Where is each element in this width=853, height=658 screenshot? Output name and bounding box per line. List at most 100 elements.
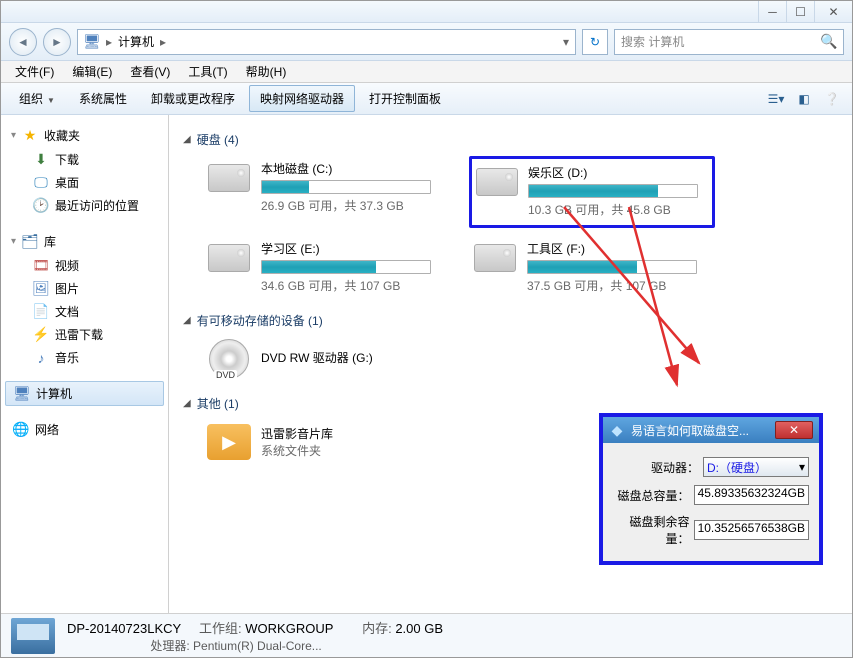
cmd-system-properties[interactable]: 系统属性	[69, 86, 137, 111]
sidebar-item-recent[interactable]: 🕑最近访问的位置	[5, 194, 164, 217]
section-hdd-header[interactable]: ◢ 硬盘 (4)	[183, 131, 838, 148]
view-options-button[interactable]: ☰▾	[764, 87, 788, 111]
sidebar-item-videos[interactable]: 🎞 视频	[5, 254, 164, 277]
body: ▾ ★ 收藏夹 ⬇下载 🖵桌面 🕑最近访问的位置 ▾ 🗂 库 🎞 视频 🖼 图片 📄…	[1, 115, 852, 613]
sidebar-item-label: 文档	[55, 303, 79, 320]
hdd-icon	[476, 164, 518, 200]
folder-icon	[207, 424, 251, 460]
network-icon: 🌐	[13, 422, 29, 438]
menu-file[interactable]: 文件(F)	[7, 61, 62, 82]
sidebar-libraries-header[interactable]: ▾ 🗂 库	[5, 229, 164, 254]
cmd-uninstall[interactable]: 卸载或更改程序	[141, 86, 245, 111]
drive-stat: 10.3 GB 可用，共 45.8 GB	[528, 201, 698, 218]
status-text: DP-20140723LKCY 工作组: WORKGROUP 内存: 2.00 …	[67, 618, 443, 654]
total-value-field[interactable]: 45.89335632324GB	[694, 485, 809, 505]
cpu-label: 处理器:	[150, 639, 189, 653]
drive-select[interactable]: D:（硬盘） ▾	[703, 457, 809, 477]
drive-name: DVD RW 驱动器 (G:)	[261, 349, 373, 366]
cmd-control-panel[interactable]: 打开控制面板	[359, 86, 451, 111]
computer-icon: 🖥	[14, 386, 30, 402]
sidebar-item-label: 图片	[55, 280, 79, 297]
drive-c[interactable]: 本地磁盘 (C:) 26.9 GB 可用，共 37.3 GB	[203, 156, 449, 228]
sidebar-item-label: 收藏夹	[44, 127, 80, 144]
help-button[interactable]: ❔	[820, 87, 844, 111]
sidebar-item-pictures[interactable]: 🖼 图片	[5, 277, 164, 300]
free-label: 磁盘剩余容量：	[613, 513, 690, 547]
minimize-button[interactable]: ─	[758, 1, 786, 22]
computer-large-icon	[11, 618, 55, 654]
music-icon: ♪	[33, 350, 49, 366]
sidebar-item-computer[interactable]: 🖥计算机	[5, 381, 164, 406]
nav-bar: ◄ ► 🖥 ▸ 计算机 ▸ ▾ ↻ 搜索 计算机 🔍	[1, 23, 852, 61]
sidebar-item-downloads[interactable]: ⬇下载	[5, 148, 164, 171]
drive-e[interactable]: 学习区 (E:) 34.6 GB 可用，共 107 GB	[203, 236, 449, 298]
collapse-icon: ◢	[183, 398, 191, 409]
free-value-field[interactable]: 10.35256576538GB	[694, 520, 809, 540]
sidebar-item-label: 最近访问的位置	[55, 197, 139, 214]
workgroup-label: 工作组:	[199, 621, 242, 636]
menu-bar: 文件(F) 编辑(E) 查看(V) 工具(T) 帮助(H)	[1, 61, 852, 83]
total-label: 磁盘总容量：	[613, 487, 690, 504]
dialog-title-bar[interactable]: ◆ 易语言如何取磁盘空... ✕	[603, 417, 819, 443]
search-placeholder: 搜索 计算机	[621, 33, 684, 50]
section-label: 硬盘 (4)	[197, 131, 239, 148]
sidebar-item-label: 迅雷下载	[55, 326, 103, 343]
menu-tools[interactable]: 工具(T)	[180, 61, 235, 82]
chevron-down-icon: ▾	[799, 460, 805, 474]
video-icon: 🎞	[33, 258, 49, 274]
dialog-close-button[interactable]: ✕	[775, 421, 813, 439]
document-icon: 📄	[33, 304, 49, 320]
section-other-header[interactable]: ◢ 其他 (1)	[183, 395, 838, 412]
cmd-organize[interactable]: 组织	[9, 86, 65, 111]
cmd-map-drive[interactable]: 映射网络驱动器	[249, 85, 355, 112]
collapse-icon: ▾	[11, 236, 16, 247]
item-name: 迅雷影音片库	[261, 425, 333, 442]
status-bar: DP-20140723LKCY 工作组: WORKGROUP 内存: 2.00 …	[1, 613, 852, 657]
sidebar-favorites-header[interactable]: ▾ ★ 收藏夹	[5, 123, 164, 148]
search-input[interactable]: 搜索 计算机 🔍	[614, 29, 844, 55]
sidebar-item-documents[interactable]: 📄 文档	[5, 300, 164, 323]
drive-select-label: 驱动器：	[613, 459, 699, 476]
usage-bar	[261, 180, 431, 194]
drive-name: 本地磁盘 (C:)	[261, 160, 445, 177]
menu-help[interactable]: 帮助(H)	[238, 61, 295, 82]
back-button[interactable]: ◄	[9, 28, 37, 56]
maximize-button[interactable]: ☐	[786, 1, 814, 22]
address-bar[interactable]: 🖥 ▸ 计算机 ▸ ▾	[77, 29, 576, 55]
sidebar-item-label: 库	[44, 233, 56, 250]
drive-name: 工具区 (F:)	[527, 240, 711, 257]
drive-g[interactable]: DVD RW 驱动器 (G:)	[203, 337, 838, 381]
section-removable-header[interactable]: ◢ 有可移动存储的设备 (1)	[183, 312, 838, 329]
thunder-icon: ⚡	[33, 327, 49, 343]
section-label: 有可移动存储的设备 (1)	[197, 312, 323, 329]
dvd-icon	[207, 341, 251, 377]
refresh-button[interactable]: ↻	[582, 29, 608, 55]
sidebar-item-desktop[interactable]: 🖵桌面	[5, 171, 164, 194]
forward-button[interactable]: ►	[43, 28, 71, 56]
drive-f[interactable]: 工具区 (F:) 37.5 GB 可用，共 107 GB	[469, 236, 715, 298]
sidebar-item-label: 视频	[55, 257, 79, 274]
star-icon: ★	[22, 128, 38, 144]
menu-view[interactable]: 查看(V)	[122, 61, 178, 82]
picture-icon: 🖼	[33, 281, 49, 297]
sidebar-item-label: 网络	[35, 421, 59, 438]
menu-edit[interactable]: 编辑(E)	[64, 61, 120, 82]
drive-d[interactable]: 娱乐区 (D:) 10.3 GB 可用，共 45.8 GB	[469, 156, 715, 228]
library-icon: 🗂	[22, 234, 38, 250]
window-title-bar: ─ ☐ ✕	[1, 1, 852, 23]
dialog-body: 驱动器： D:（硬盘） ▾ 磁盘总容量： 45.89335632324GB 磁盘…	[603, 443, 819, 561]
sidebar-item-music[interactable]: ♪ 音乐	[5, 346, 164, 369]
app-icon: ◆	[609, 422, 625, 438]
usage-bar	[527, 260, 697, 274]
breadcrumb-root[interactable]: 计算机	[118, 33, 154, 50]
memory-value: 2.00 GB	[395, 621, 443, 636]
sidebar-item-label: 音乐	[55, 349, 79, 366]
chevron-down-icon[interactable]: ▾	[563, 35, 569, 49]
download-icon: ⬇	[33, 152, 49, 168]
drive-name: 娱乐区 (D:)	[528, 164, 698, 181]
close-button[interactable]: ✕	[814, 1, 852, 22]
preview-pane-button[interactable]: ◧	[792, 87, 816, 111]
sidebar-item-network[interactable]: 🌐 网络	[5, 418, 164, 441]
workgroup-value: WORKGROUP	[245, 621, 333, 636]
sidebar-item-thunder[interactable]: ⚡ 迅雷下载	[5, 323, 164, 346]
